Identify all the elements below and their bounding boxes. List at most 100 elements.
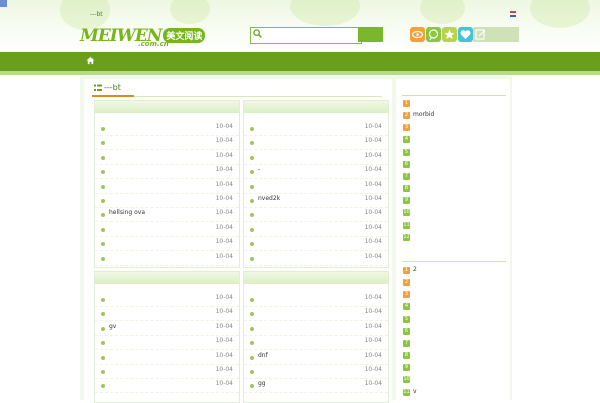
list-item[interactable]: 10-04: [244, 292, 388, 307]
ranking-item[interactable]: 1: [402, 98, 506, 110]
title-underline: [92, 95, 134, 97]
search-icon: [253, 29, 262, 38]
ranking-item[interactable]: 9: [402, 195, 506, 207]
list-item[interactable]: 10-04: [244, 135, 388, 151]
item-title[interactable]: -: [258, 166, 260, 173]
list-item[interactable]: 10-04: [95, 292, 239, 307]
list-item[interactable]: 10-04: [95, 222, 239, 237]
ranking-title[interactable]: v: [413, 388, 417, 395]
corner-icon: [0, 0, 7, 7]
list-item[interactable]: gv 10-04: [95, 321, 239, 336]
item-date: 10-04: [215, 180, 233, 188]
item-date: 10-04: [364, 294, 382, 301]
list-item[interactable]: hellsing ova 10-04: [95, 207, 239, 223]
list-item[interactable]: 10-04: [95, 236, 239, 252]
section-divider: [402, 261, 506, 262]
top-link[interactable]: ---bt: [90, 11, 103, 18]
bullet-icon: [250, 127, 254, 131]
item-date: 10-04: [215, 322, 233, 330]
ranking-item[interactable]: 11: [402, 220, 506, 232]
list-item[interactable]: 10-04: [244, 335, 388, 351]
item-title[interactable]: nved2k: [258, 195, 280, 202]
ranking-item[interactable]: 5: [402, 314, 506, 326]
list-item[interactable]: 10-04: [244, 306, 388, 322]
list-item[interactable]: 10-04: [95, 164, 239, 180]
ranking-item[interactable]: 7: [402, 338, 506, 350]
rank-badge: 2: [403, 279, 410, 287]
item-title[interactable]: gv: [109, 323, 116, 330]
list-item[interactable]: 10-04: [244, 251, 388, 266]
flag-icon[interactable]: [510, 11, 516, 17]
rank-badge: 4: [403, 303, 410, 311]
list-item[interactable]: 10-04: [244, 179, 388, 194]
home-icon[interactable]: [86, 56, 95, 65]
ranking-item[interactable]: 12: [402, 232, 506, 244]
list-item[interactable]: 10-04: [244, 121, 388, 136]
list-item[interactable]: gg 10-04: [244, 378, 388, 394]
ranking-item[interactable]: 2 morbid: [402, 110, 506, 122]
ranking-item[interactable]: 9: [402, 362, 506, 374]
ranking-title[interactable]: morbid: [413, 111, 434, 118]
list-item[interactable]: 10-04: [244, 321, 388, 336]
list-item[interactable]: 10-04: [95, 335, 239, 351]
ranking-title[interactable]: 2: [413, 266, 417, 273]
list-item[interactable]: dnf 10-04: [244, 350, 388, 365]
list-item[interactable]: 10-04: [244, 207, 388, 223]
ranking-item[interactable]: 12: [402, 265, 506, 277]
rank-badge: 11: [403, 221, 410, 229]
ranking-item[interactable]: 4: [402, 301, 506, 313]
ranking-item[interactable]: 5: [402, 147, 506, 159]
ranking-item[interactable]: 10: [402, 374, 506, 386]
ranking-item[interactable]: 10: [402, 207, 506, 219]
bullet-icon: [101, 170, 105, 175]
bullet-icon: [250, 170, 254, 175]
list-item[interactable]: 10-04: [244, 150, 388, 165]
list-item[interactable]: 10-04: [244, 364, 388, 379]
list-item[interactable]: 10-04: [95, 251, 239, 266]
ranking-item[interactable]: 3: [402, 289, 506, 301]
star-icon[interactable]: [442, 27, 457, 42]
rank-badge: 11: [403, 388, 410, 396]
list-item[interactable]: 10-04: [95, 179, 239, 194]
bullet-icon: [250, 184, 254, 189]
edit-tool[interactable]: [473, 27, 519, 42]
site-logo[interactable]: MEIWEN 美文阅读 .com.cn: [80, 26, 206, 48]
list-item[interactable]: 10-04: [95, 135, 239, 151]
list-item[interactable]: 10-04: [244, 236, 388, 252]
item-date: 10-04: [215, 252, 233, 260]
list-item[interactable]: 10-04: [95, 150, 239, 165]
leaf-icon[interactable]: [426, 27, 441, 42]
eye-icon[interactable]: [410, 27, 425, 42]
list-item[interactable]: nved2k 10-04: [244, 193, 388, 208]
list-item[interactable]: 10-04: [95, 306, 239, 322]
search-input[interactable]: [250, 27, 362, 44]
search-button[interactable]: [358, 27, 383, 42]
article-box: 10-04 10-04 10-04 10-04 dnf 10-04 10-04 gg 10-04: [243, 271, 389, 403]
list-item[interactable]: 10-04: [95, 364, 239, 379]
list-item[interactable]: 10-04: [95, 378, 239, 394]
bullet-icon: [250, 199, 254, 203]
list-item[interactable]: - 10-04: [244, 164, 388, 180]
list-item[interactable]: 10-04: [95, 350, 239, 365]
item-date: 10-04: [215, 366, 233, 373]
bullet-icon: [101, 213, 105, 218]
list-item[interactable]: 10-04: [95, 121, 239, 136]
heart-icon[interactable]: [458, 27, 473, 42]
ranking-item[interactable]: 6: [402, 159, 506, 171]
item-title[interactable]: gg: [258, 380, 266, 387]
rank-badge: 12: [403, 233, 410, 241]
item-title[interactable]: dnf: [258, 352, 268, 359]
list-item[interactable]: 10-04: [244, 222, 388, 237]
ranking-item[interactable]: 3: [402, 122, 506, 134]
list-item[interactable]: 10-04: [95, 193, 239, 208]
ranking-item[interactable]: 8: [402, 350, 506, 362]
item-date: 10-04: [215, 294, 233, 301]
item-title[interactable]: hellsing ova: [109, 209, 145, 216]
item-date: 10-04: [215, 380, 233, 388]
ranking-item[interactable]: 4: [402, 134, 506, 146]
ranking-item[interactable]: 7: [402, 171, 506, 183]
ranking-item[interactable]: 8: [402, 183, 506, 195]
ranking-item[interactable]: 11 v: [402, 387, 506, 399]
ranking-item[interactable]: 2: [402, 277, 506, 289]
ranking-item[interactable]: 6: [402, 326, 506, 338]
